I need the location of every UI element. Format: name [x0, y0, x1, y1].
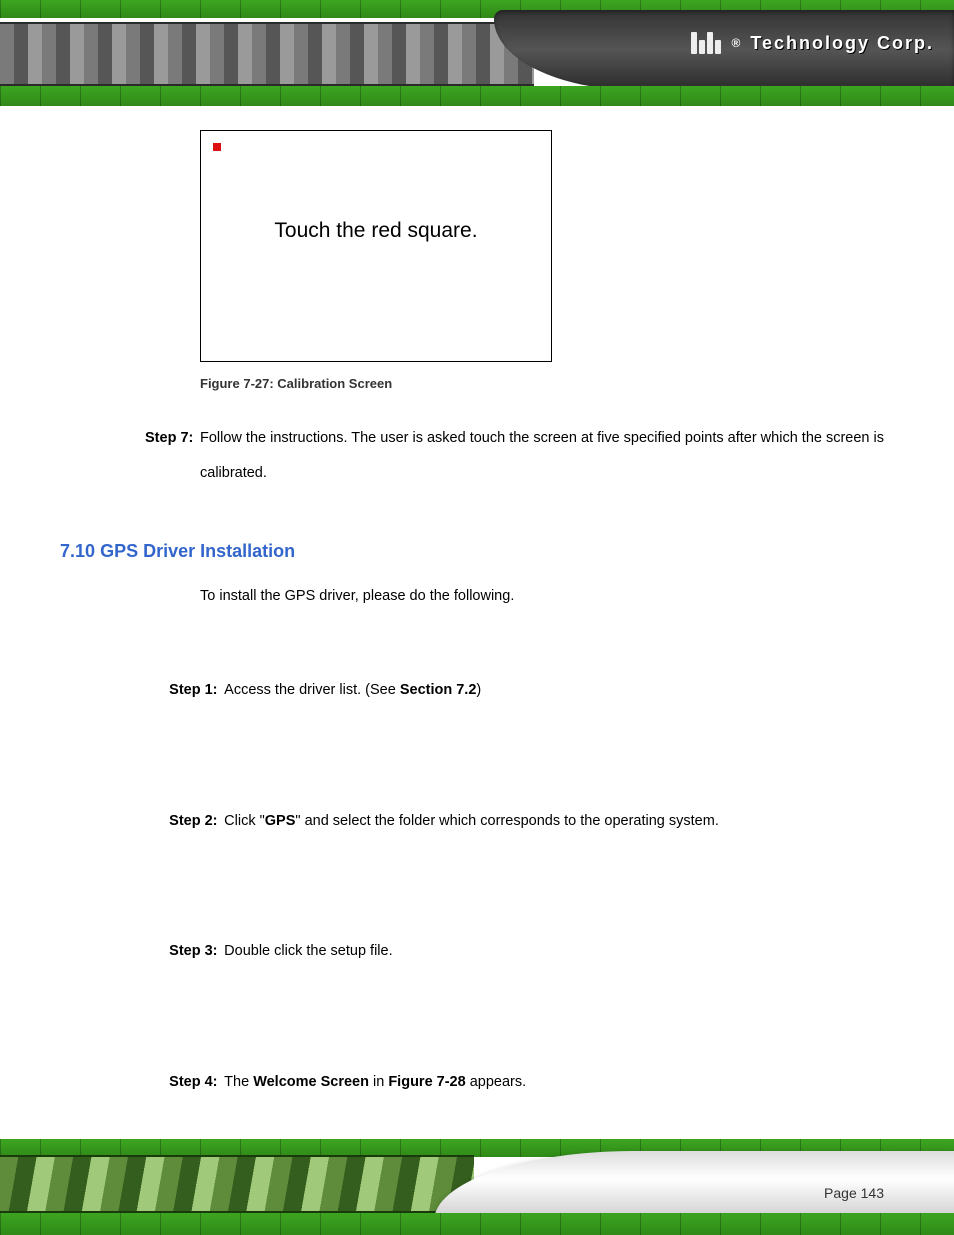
section-xref[interactable]: Section 7.2 — [400, 682, 477, 698]
pcb-strip-bottom-2 — [0, 1213, 954, 1235]
step-text-post: ) — [476, 682, 481, 698]
step-text-pre: The — [224, 1074, 253, 1090]
page-content: Touch the red square. Figure 7-27: Calib… — [0, 130, 954, 1125]
list-item: Step 2:Click "GPS" and select the folder… — [200, 756, 900, 887]
page-number: Page 143 — [824, 1185, 884, 1201]
iei-logo-icon — [691, 32, 721, 54]
step-number: Step 3: — [169, 930, 224, 974]
brand-name: Technology Corp. — [750, 33, 934, 54]
step-number: Step 1: — [169, 669, 224, 713]
page-footer-decoration: Page 143 — [0, 1135, 954, 1235]
brand-swoosh: ® Technology Corp. — [494, 10, 954, 90]
section-intro: To install the GPS driver, please do the… — [200, 588, 914, 604]
calibration-step-7: Step 7:Follow the instructions. The user… — [200, 421, 890, 491]
red-square-icon — [213, 143, 221, 151]
screen-name: Welcome Screen — [253, 1074, 369, 1090]
calibration-screenshot: Touch the red square. — [200, 130, 552, 362]
pcb-strip-top-2 — [0, 86, 954, 106]
list-item: Step 4:The Welcome Screen in Figure 7-28… — [200, 1017, 900, 1148]
hardware-photo-strip — [0, 22, 534, 86]
list-item: Step 1:Access the driver list. (See Sect… — [200, 626, 900, 757]
step-text: Follow the instructions. The user is ask… — [200, 430, 884, 481]
folder-name: GPS — [265, 813, 296, 829]
step-text-post: " and select the folder which correspond… — [295, 813, 718, 829]
page-header-decoration: ® Technology Corp. — [0, 0, 954, 110]
brand-block: ® Technology Corp. — [691, 32, 934, 54]
step-text-pre: Access the driver list. (See — [224, 682, 400, 698]
figure-xref[interactable]: Figure 7-28 — [388, 1074, 465, 1090]
pcb-photo-strip — [0, 1155, 474, 1213]
list-item: Step 3:Double click the setup file. — [200, 887, 900, 1018]
step-number: Step 2: — [169, 800, 224, 844]
section-title-text: GPS Driver Installation — [100, 541, 295, 561]
section-heading: 7.10 GPS Driver Installation — [60, 541, 914, 562]
step-number: Step 4: — [169, 1061, 224, 1105]
figure-caption: Figure 7-27: Calibration Screen — [200, 376, 914, 391]
step-number: Step 7: — [145, 421, 200, 456]
step-text-post: appears. — [466, 1074, 526, 1090]
step-text-pre: Click " — [224, 813, 265, 829]
calibration-message: Touch the red square. — [201, 219, 551, 243]
registered-mark: ® — [731, 36, 740, 50]
step-text-pre: Double click the setup file. — [224, 943, 392, 959]
step-text-mid: in — [369, 1074, 388, 1090]
section-number: 7.10 — [60, 541, 95, 561]
